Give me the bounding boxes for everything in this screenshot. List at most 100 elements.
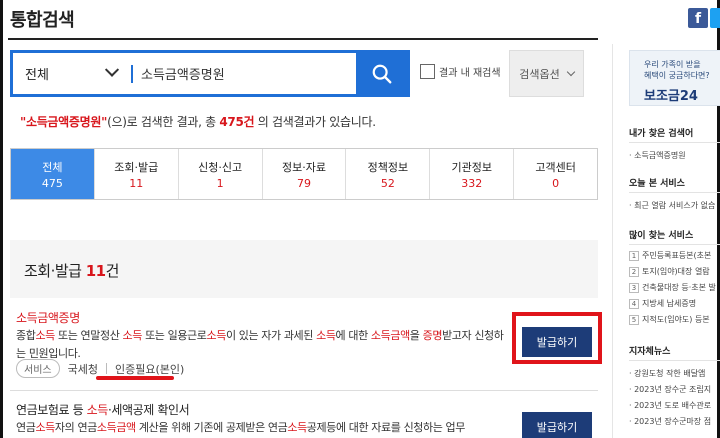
my-searches-title: 내가 찾은 검색어	[629, 129, 694, 139]
subsidy24-banner[interactable]: 우리 가족이 받을 혜택이 궁금하다면? 보조금24	[629, 50, 720, 106]
tab-count: 11	[129, 176, 144, 190]
banner-line: 혜택이 궁금하다면?	[644, 71, 710, 80]
tab-application-report[interactable]: 신청·신고 1	[178, 149, 263, 199]
search-icon	[372, 64, 391, 83]
summary-count: 475	[219, 115, 244, 129]
search-button[interactable]	[356, 53, 407, 94]
annotation-highlight-box	[512, 312, 602, 364]
desc-highlight: 소득	[206, 329, 226, 342]
local-news-title: 지자체뉴스	[629, 347, 671, 357]
popular-service-item[interactable]: 5 지적도(임야도) 등본	[629, 314, 720, 325]
rank-number: 2	[629, 267, 639, 277]
popular-service-item[interactable]: 4 지방세 납세증명	[629, 298, 720, 309]
popular-service-item[interactable]: 3 건축물대장 등·초본 발	[629, 282, 720, 293]
re-search-toggle[interactable]: 결과 내 재검색	[420, 64, 501, 79]
tab-count: 332	[461, 176, 483, 190]
desc-text: 또는 연말정산	[54, 329, 123, 342]
tab-customer-center[interactable]: 고객센터 0	[514, 149, 598, 199]
search-divider	[131, 64, 133, 83]
desc-highlight: 소득	[35, 421, 55, 434]
sidebar-divider	[629, 142, 720, 143]
social-share: f	[688, 8, 720, 28]
desc-text: 계산을 위해 기존에 공제받은 연금	[135, 421, 288, 434]
tab-label: 정책정보	[367, 160, 409, 174]
sidebar-divider	[629, 244, 720, 245]
service-badge: 서비스	[16, 359, 60, 378]
desc-text: 연금	[16, 421, 36, 434]
facebook-icon[interactable]: f	[688, 8, 708, 28]
search-options-label: 검색옵션	[519, 67, 560, 81]
my-search-item[interactable]: · 소득금액증명원	[629, 150, 720, 161]
news-item[interactable]: · 2023년 도로 배수관로	[629, 400, 720, 411]
popular-service-item[interactable]: 2 토지(임야)대장 열람	[629, 266, 720, 277]
popular-service-label: 지적도(임야도) 등본	[642, 315, 710, 324]
desc-text: 또는 일용근로	[141, 329, 207, 342]
re-search-label: 결과 내 재검색	[439, 68, 501, 79]
chevron-down-icon	[566, 67, 575, 77]
banner-brand: 보조금24	[644, 89, 698, 104]
section-title-label: 조회·발급	[24, 262, 82, 280]
search-options-button[interactable]: 검색옵션	[509, 50, 584, 97]
rank-number: 3	[629, 283, 639, 293]
tab-count: 79	[297, 176, 311, 190]
right-sidebar: 우리 가족이 받을 혜택이 궁금하다면? 보조금24 내가 찾은 검색어 · 소득…	[612, 44, 720, 438]
tab-inquiry-issue[interactable]: 조회·발급 11	[94, 149, 179, 199]
issue-button[interactable]: 발급하기	[522, 412, 592, 438]
desc-text: 종합	[16, 329, 36, 342]
tab-agency[interactable]: 기관정보 332	[430, 149, 515, 199]
title-text: ·세액공제 확인서	[107, 403, 190, 417]
summary-keyword: "소득금액증명원"	[20, 115, 108, 129]
summary-count-unit: 건	[243, 115, 255, 129]
popular-service-label: 주민등록표등본(초본	[642, 251, 712, 260]
section-count-unit: 건	[105, 262, 120, 280]
tab-count: 0	[552, 176, 560, 190]
twitter-icon[interactable]	[710, 8, 720, 28]
desc-text: 공제등에 대한 자료를 신청하는 업무	[306, 421, 466, 434]
desc-highlight: 소득금액	[96, 421, 136, 434]
rank-number: 4	[629, 299, 639, 309]
tab-info-data[interactable]: 정보·자료 79	[262, 149, 347, 199]
tab-policy[interactable]: 정책정보 52	[346, 149, 431, 199]
news-item[interactable]: · 강원도청 작한 배달앱	[629, 368, 720, 379]
re-search-checkbox[interactable]	[420, 64, 435, 79]
tab-label: 고객센터	[535, 160, 576, 174]
agency-name: 국세청	[67, 362, 98, 376]
chevron-down-icon	[104, 62, 120, 77]
popular-service-item[interactable]: 1 주민등록표등본(초본	[629, 250, 720, 261]
result-description: 연금소득자의 연금소득금액 계산을 위해 기존에 공제받은 연금소득공제등에 대…	[16, 419, 511, 437]
result-title[interactable]: 소득금액증명	[16, 309, 80, 326]
news-item[interactable]: · 2023년 장수군마장 점	[629, 416, 720, 427]
desc-highlight: 소득금액	[370, 329, 410, 342]
sidebar-divider	[629, 192, 720, 193]
tab-label: 전체	[42, 160, 63, 174]
tab-count: 475	[41, 176, 63, 190]
result-separator	[10, 390, 598, 391]
desc-text: 을	[409, 329, 423, 342]
desc-highlight: 소득	[122, 329, 143, 342]
page-title: 통합검색	[10, 10, 75, 31]
search-input[interactable]: 소득금액증명원	[141, 64, 356, 83]
desc-highlight: 증명	[422, 329, 443, 342]
sidebar-divider	[629, 360, 720, 361]
banner-text: 우리 가족이 받을 혜택이 궁금하다면?	[644, 59, 710, 81]
tab-label: 신청·신고	[198, 160, 243, 174]
search-box: 전체 소득금액증명원	[10, 50, 410, 97]
section-count: 11	[85, 262, 106, 280]
popular-service-label: 지방세 납세증명	[642, 299, 697, 308]
news-item[interactable]: · 2023년 장수군 조립지	[629, 384, 720, 395]
title-highlight: 소득	[86, 403, 109, 417]
desc-highlight: 소득	[316, 329, 336, 342]
popular-service-label: 토지(임야)대장 열람	[642, 267, 710, 276]
rank-number: 5	[629, 315, 639, 325]
result-title[interactable]: 연금보험료 등 소득·세액공제 확인서	[16, 401, 190, 418]
meta-separator	[105, 363, 107, 374]
result-description: 종합소득 또는 연말정산 소득 또는 일용근로소득이 있는 자가 과세된 소득에…	[16, 327, 511, 363]
desc-text: 에 대한	[335, 329, 371, 342]
result-summary: "소득금액증명원"(으)로 검색한 결과, 총 475건 의 검색결과가 있습니…	[20, 113, 376, 130]
popular-services-title: 많이 찾는 서비스	[629, 231, 694, 241]
tab-all[interactable]: 전체 475	[11, 149, 95, 199]
tab-count: 52	[380, 176, 395, 190]
category-tabs: 전체 475 조회·발급 11 신청·신고 1 정보·자료 79 정책정보 52…	[10, 148, 598, 200]
today-viewed-item: · 최근 열람 서비스가 없습	[629, 201, 716, 210]
search-scope-select[interactable]: 전체	[13, 53, 131, 94]
